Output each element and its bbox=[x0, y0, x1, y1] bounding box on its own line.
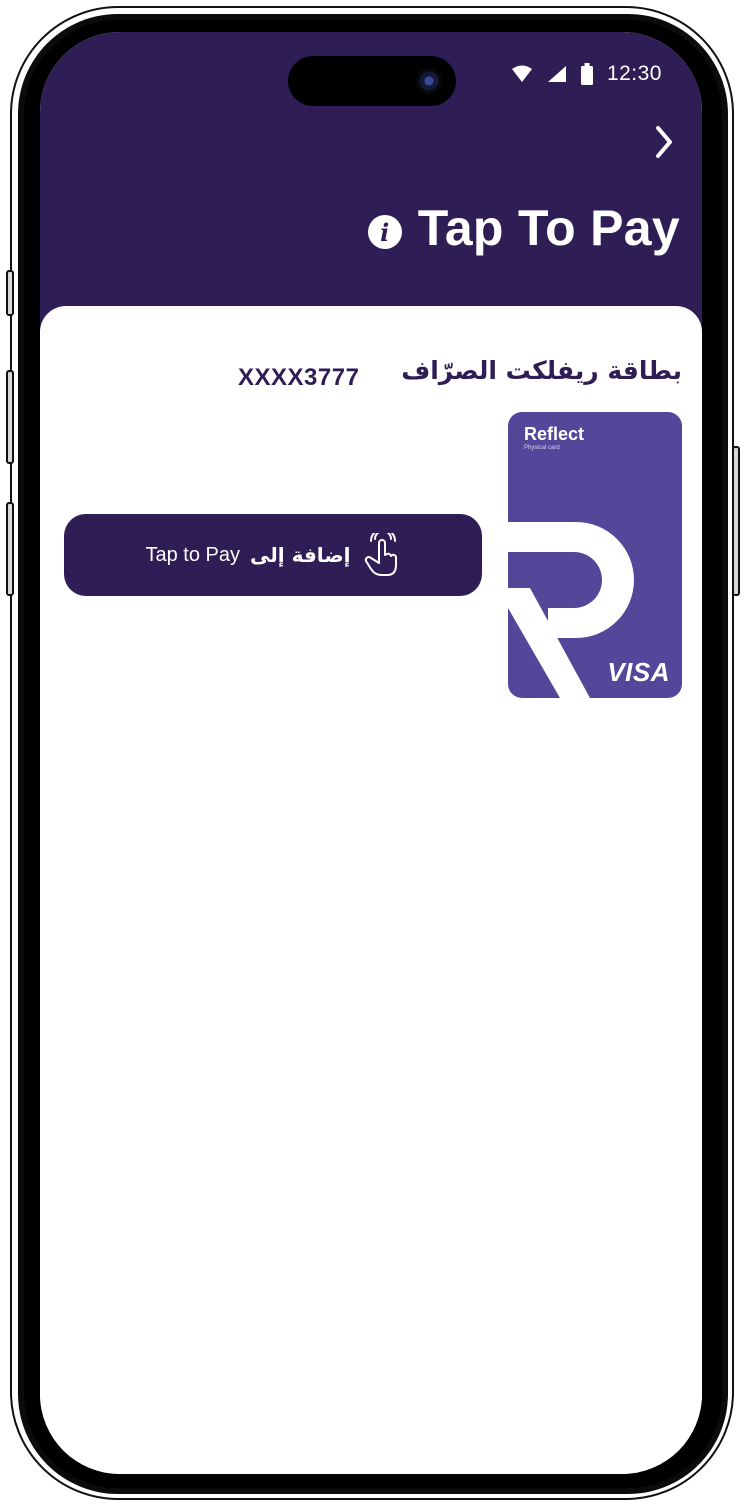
cellular-signal-icon bbox=[547, 66, 566, 82]
power-button bbox=[732, 446, 740, 596]
tap-button-label-ar: إضافة إلى bbox=[250, 543, 351, 567]
volume-up-button bbox=[6, 370, 14, 464]
content-panel: بطاقة ريفلكت الصرّاف XXXX3777 Reflect Ph… bbox=[40, 306, 702, 1474]
header: 12:30 i Tap To Pay bbox=[40, 32, 702, 352]
tap-hand-icon bbox=[364, 533, 397, 576]
app-screen: 12:30 i Tap To Pay بطاقة ريفلكت الصرّاف … bbox=[40, 32, 702, 1474]
volume-down-button bbox=[6, 502, 14, 596]
card-number: XXXX3777 bbox=[238, 364, 360, 391]
page-title: Tap To Pay bbox=[417, 200, 680, 256]
reflect-logo-mark bbox=[508, 522, 634, 698]
dynamic-island bbox=[288, 56, 456, 106]
info-icon[interactable]: i bbox=[367, 215, 402, 249]
status-bar: 12:30 bbox=[511, 60, 662, 88]
title-row: i Tap To Pay bbox=[367, 196, 680, 260]
card-subtitle: Physical card bbox=[524, 445, 560, 451]
camera-lens bbox=[416, 68, 442, 94]
add-to-tap-to-pay-button[interactable]: Tap to Pay إضافة إلى bbox=[64, 514, 482, 596]
chevron-right-icon[interactable] bbox=[652, 124, 676, 160]
battery-icon bbox=[580, 63, 593, 85]
action-button bbox=[6, 270, 14, 316]
card-brand: Reflect bbox=[524, 424, 585, 444]
card-name: بطاقة ريفلكت الصرّاف bbox=[401, 356, 682, 385]
tap-button-label-en: Tap to Pay bbox=[145, 543, 241, 566]
wifi-icon bbox=[511, 65, 532, 82]
visa-logo: VISA bbox=[607, 657, 670, 687]
card-image[interactable]: Reflect Physical card VISA bbox=[508, 412, 682, 698]
status-time: 12:30 bbox=[606, 62, 662, 85]
